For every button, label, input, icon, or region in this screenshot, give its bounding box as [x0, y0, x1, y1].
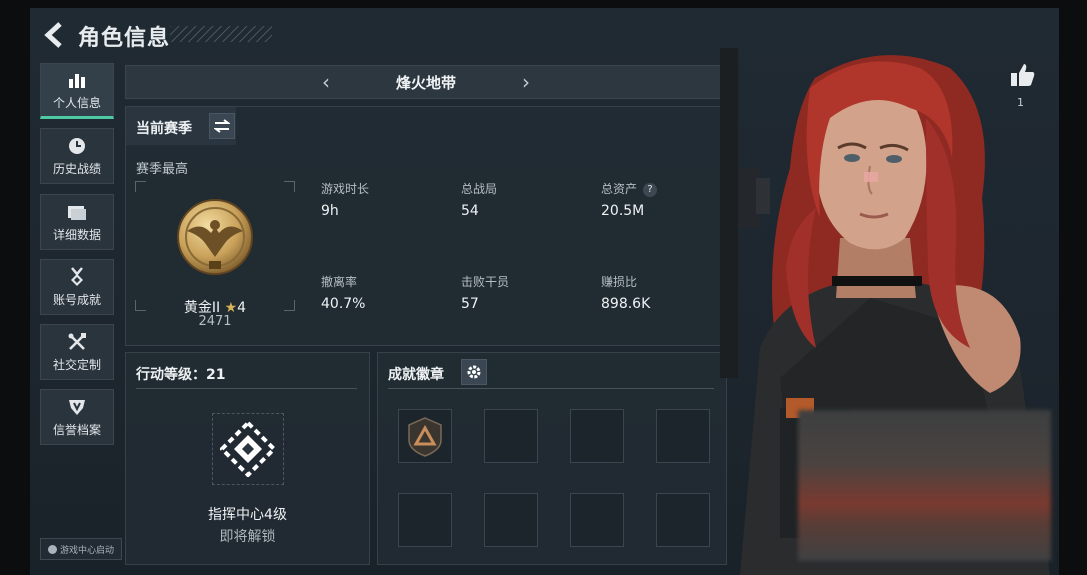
badge-slot[interactable]	[398, 493, 452, 547]
bracket-decoration	[135, 181, 146, 192]
divider	[388, 388, 714, 389]
medal-icon	[71, 266, 83, 286]
badge-slot[interactable]	[570, 493, 624, 547]
clock-icon	[69, 137, 85, 154]
bell-icon	[47, 544, 57, 554]
sidebar-item-label: 历史战绩	[52, 161, 101, 176]
map-next-button[interactable]: ›	[522, 70, 530, 94]
shield-icon	[69, 399, 85, 415]
stat-value-assets: 20.5M	[601, 203, 645, 219]
back-arrow-icon[interactable]	[44, 22, 66, 48]
unlock-status: 即将解锁	[219, 529, 276, 545]
stat-value-profit-ratio: 898.6K	[601, 296, 651, 312]
switch-season-button[interactable]	[209, 113, 235, 139]
badge-slot[interactable]	[570, 409, 624, 463]
game-center-label: 游戏中心启动	[59, 545, 114, 556]
stat-value-matches: 54	[461, 203, 479, 219]
game-window: 角色信息 个人信息 历史战绩 详细数据 账号成就 社交定制 信誉档案 游戏中心启…	[30, 8, 1059, 575]
rank-score: 2471	[198, 314, 232, 329]
action-level-title: 行动等级：21	[136, 367, 226, 383]
achievement-panel: 成就徽章	[377, 352, 727, 565]
season-title: 当前赛季	[136, 121, 192, 137]
map-name: 烽火地带	[395, 74, 456, 92]
folder-icon	[68, 205, 86, 220]
unlock-name: 指挥中心4级	[208, 507, 287, 523]
command-center-card[interactable]	[212, 413, 284, 485]
stat-value-kills: 57	[461, 296, 479, 312]
stat-label-assets: 总资产?	[601, 180, 658, 197]
sidebar-item-label: 个人信息	[52, 95, 101, 110]
sidebar-item-social[interactable]: 社交定制	[40, 324, 114, 380]
badge-settings-button[interactable]	[461, 359, 487, 385]
stat-label-playtime: 游戏时长	[321, 182, 370, 196]
sidebar-item-reputation[interactable]: 信誉档案	[40, 389, 114, 445]
badge-slot[interactable]	[484, 493, 538, 547]
achievement-title: 成就徽章	[388, 367, 444, 383]
stat-value-playtime: 9h	[321, 203, 339, 219]
gear-icon	[467, 365, 481, 379]
blurred-region	[798, 410, 1051, 561]
sidebar-item-achievements[interactable]: 账号成就	[40, 259, 114, 315]
badge-slot[interactable]	[656, 409, 710, 463]
map-selector: ‹ 烽火地带 ›	[125, 65, 727, 99]
stat-label-matches: 总战局	[461, 182, 498, 196]
badge-emblem-icon	[408, 417, 442, 457]
sidebar-item-label: 信誉档案	[52, 422, 101, 437]
season-best-label: 赛季最高	[136, 162, 189, 177]
sidebar-item-history[interactable]: 历史战绩	[40, 128, 114, 184]
help-icon[interactable]: ?	[643, 182, 658, 197]
page-title: 角色信息	[78, 26, 171, 51]
stat-value-extract-rate: 40.7%	[321, 296, 366, 312]
title-decoration	[170, 26, 272, 42]
badge-slot[interactable]	[398, 409, 452, 463]
stat-label-assets-text: 总资产	[601, 182, 638, 196]
stat-label-extract-rate: 撤离率	[321, 275, 358, 289]
sidebar-item-detail-data[interactable]: 详细数据	[40, 194, 114, 250]
game-center-button[interactable]: 游戏中心启动	[40, 538, 122, 560]
rank-card: 黄金II ★4	[135, 181, 295, 316]
like-count: 1	[1017, 96, 1024, 109]
sidebar-item-label: 社交定制	[52, 357, 101, 372]
sidebar-item-label: 账号成就	[52, 292, 101, 307]
swap-icon	[214, 119, 230, 133]
stat-label-kills: 击败干员	[461, 275, 510, 289]
action-level-panel: 行动等级：21 指挥中心4级 即将解锁	[125, 352, 370, 565]
bracket-decoration	[284, 181, 295, 192]
gold-rank-emblem-icon	[177, 199, 253, 275]
stat-label-profit-ratio: 赚损比	[601, 275, 638, 289]
thumbs-up-icon[interactable]	[1010, 62, 1036, 88]
badge-slot[interactable]	[484, 409, 538, 463]
divider	[136, 388, 357, 389]
command-center-icon	[220, 421, 276, 477]
sidebar-item-personal-info[interactable]: 个人信息	[40, 63, 114, 119]
tools-icon	[68, 332, 86, 350]
sidebar-item-label: 详细数据	[52, 227, 101, 242]
bar-chart-icon	[69, 73, 85, 88]
badge-slot[interactable]	[656, 493, 710, 547]
